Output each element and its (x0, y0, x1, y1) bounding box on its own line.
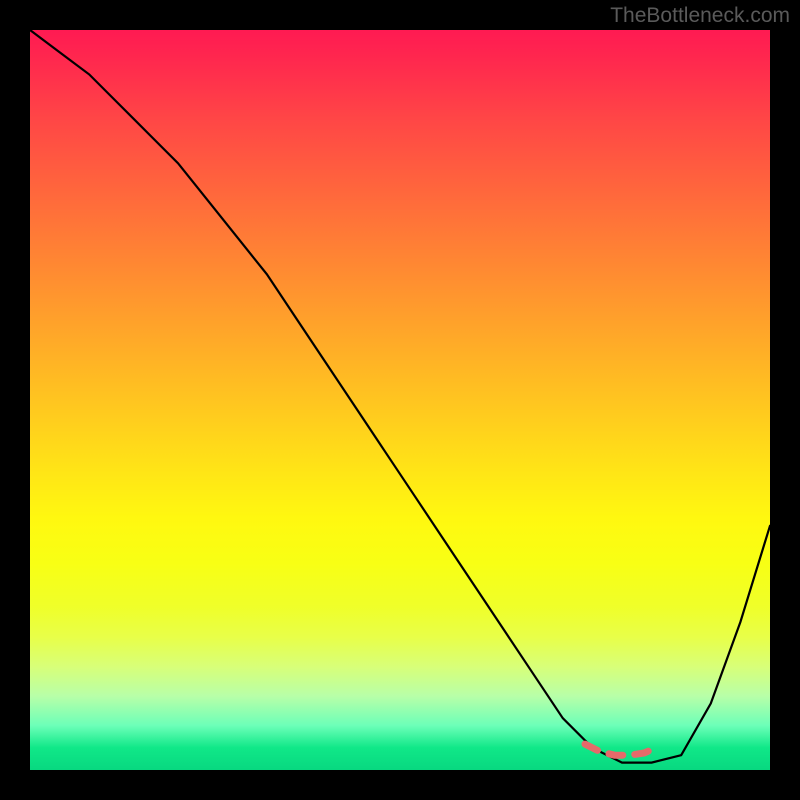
watermark-text: TheBottleneck.com (610, 4, 790, 28)
bottleneck-curve-line (30, 30, 770, 763)
optimal-range-marker-line (585, 744, 659, 755)
chart-plot-area (30, 30, 770, 770)
chart-svg (30, 30, 770, 770)
